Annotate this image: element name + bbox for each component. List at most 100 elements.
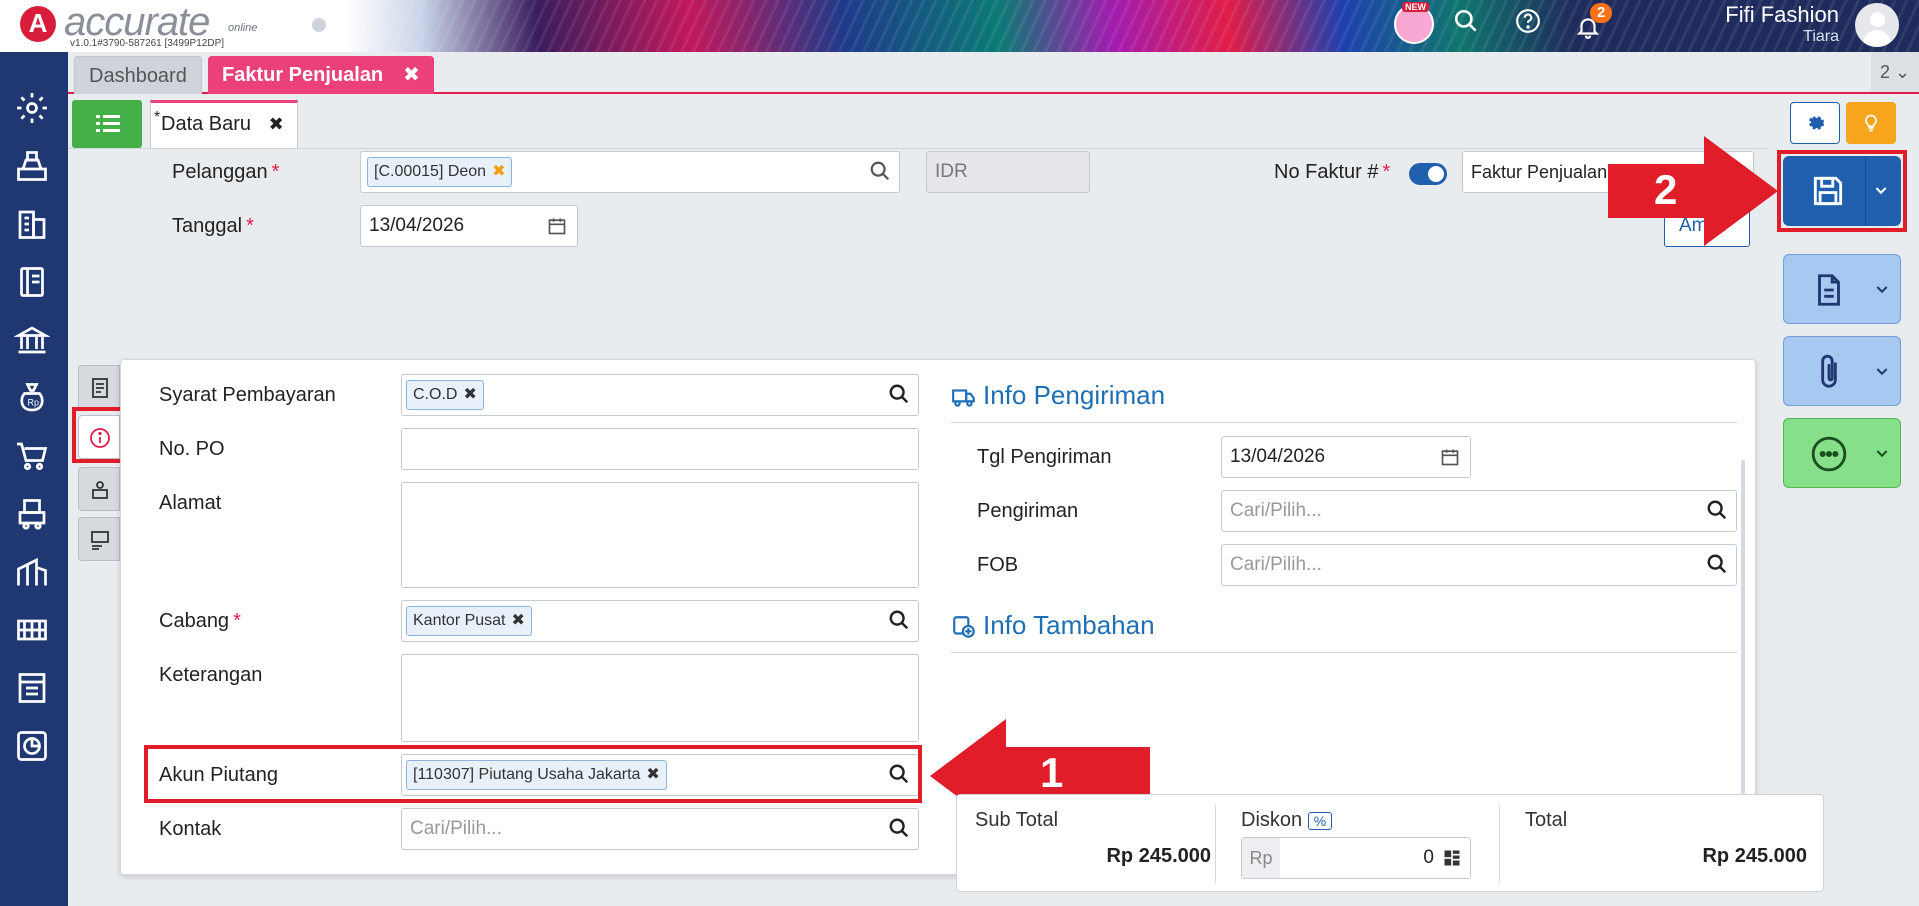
close-subtab-icon[interactable]: ✖ [269, 114, 284, 134]
fob-field[interactable]: Cari/Pilih... [1221, 544, 1737, 586]
kontak-field[interactable]: Cari/Pilih... [401, 808, 919, 850]
logo-area: A accurate online v1.0.1#3790-587261 [34… [0, 0, 300, 52]
tanggal-field[interactable]: 13/04/2026 [360, 205, 578, 247]
calculator-icon[interactable] [1442, 848, 1462, 868]
tab-faktur-penjualan[interactable]: Faktur Penjualan ✖ [208, 56, 434, 94]
info-pengiriman-title: Info Pengiriman [983, 380, 1166, 410]
tab-faktur-label: Faktur Penjualan [222, 64, 384, 86]
diskon-field[interactable]: Rp 0 [1241, 837, 1471, 879]
notification-badge: 2 [1590, 3, 1613, 23]
cabang-chip-value: Kantor Pusat [413, 612, 506, 629]
alamat-label: Alamat [159, 492, 222, 514]
akun-piutang-highlight [144, 745, 922, 803]
calendar-icon[interactable] [1440, 447, 1460, 467]
sales-cart-icon[interactable] [14, 496, 54, 536]
search-icon[interactable] [869, 160, 891, 182]
accurate-logo-icon[interactable]: A [20, 6, 56, 42]
settings-gear-icon[interactable] [14, 90, 54, 130]
save-button-highlight [1777, 150, 1907, 232]
section-divider [951, 422, 1737, 423]
remove-syarat-icon[interactable]: ✖ [463, 386, 476, 403]
more-actions-button[interactable] [1783, 418, 1901, 488]
cashier-icon[interactable] [14, 148, 54, 188]
pelanggan-field[interactable]: [C.00015] Deon ✖ [360, 151, 900, 193]
chevron-down-icon[interactable] [1874, 445, 1890, 461]
user-name[interactable]: Fifi Fashion [1725, 2, 1839, 28]
vtab-cost[interactable] [78, 517, 120, 561]
tab-dashboard-label: Dashboard [89, 65, 187, 87]
module-tabs: Dashboard Faktur Penjualan ✖ 2 ⌄ [68, 52, 1919, 94]
svg-text:Rp: Rp [28, 398, 40, 408]
bank-icon[interactable] [13, 322, 54, 362]
calendar-icon[interactable] [547, 216, 567, 236]
left-sidebar: Rp [0, 52, 68, 906]
production-icon[interactable] [14, 612, 54, 652]
search-icon[interactable] [888, 817, 910, 839]
tgl-pengiriman-field[interactable]: 13/04/2026 [1221, 436, 1471, 478]
paperclip-icon [1810, 353, 1848, 391]
report-chart-icon[interactable] [14, 728, 54, 768]
currency-value: IDR [935, 161, 968, 182]
attachment-button[interactable] [1783, 336, 1901, 406]
diskon-percent-badge[interactable]: % [1307, 812, 1333, 830]
user-avatar[interactable] [1855, 3, 1899, 47]
remove-pelanggan-icon[interactable]: ✖ [492, 163, 505, 180]
subtab-label: Data Baru [161, 113, 252, 135]
fob-placeholder: Cari/Pilih... [1230, 554, 1322, 575]
list-view-button[interactable] [72, 100, 142, 148]
syarat-label: Syarat Pembayaran [159, 384, 336, 406]
form-settings-gear-icon[interactable] [1790, 102, 1840, 144]
search-icon[interactable] [1706, 499, 1728, 521]
pengiriman-field[interactable]: Cari/Pilih... [1221, 490, 1737, 532]
tgl-pengiriman-value: 13/04/2026 [1230, 446, 1326, 467]
company-building-icon[interactable] [14, 206, 54, 246]
tax-document-icon[interactable] [14, 670, 54, 710]
diskon-value: 0 [1423, 847, 1434, 868]
tanggal-label: Tanggal * [172, 215, 254, 237]
ledger-book-icon[interactable] [14, 264, 54, 304]
no-faktur-value: Faktur Penjualan [1471, 162, 1608, 182]
subtab-data-baru[interactable]: * Data Baru ✖ [150, 100, 298, 148]
nopo-input[interactable] [401, 428, 919, 470]
more-dots-icon [1810, 435, 1848, 473]
tips-bulb-icon[interactable] [1846, 102, 1896, 144]
document-button[interactable] [1783, 254, 1901, 324]
search-icon[interactable] [888, 609, 910, 631]
open-tabs-count[interactable]: 2 ⌄ [1871, 52, 1919, 92]
vtab-document[interactable] [78, 365, 120, 409]
open-tabs-count-value: 2 [1879, 62, 1890, 82]
syarat-field[interactable]: C.O.D ✖ [401, 374, 919, 416]
help-icon[interactable] [1510, 8, 1546, 44]
arrow-2 [1608, 136, 1778, 246]
cabang-label: Cabang * [159, 610, 241, 632]
cabang-field[interactable]: Kantor Pusat ✖ [401, 600, 919, 642]
section-divider [951, 652, 1737, 653]
search-icon[interactable] [1448, 8, 1484, 44]
no-faktur-auto-toggle[interactable] [1409, 163, 1447, 185]
pelanggan-chip: [C.00015] Deon ✖ [367, 157, 513, 187]
totals-divider [1215, 805, 1216, 883]
chevron-down-icon[interactable] [1874, 281, 1890, 297]
step-2-label: 2 [1654, 166, 1678, 213]
info-tambahan-icon [951, 614, 977, 640]
tab-dashboard[interactable]: Dashboard [74, 56, 202, 94]
remove-cabang-icon[interactable]: ✖ [512, 612, 525, 629]
header-actions: NEW 2 Fifi Fashion Tiara [1380, 0, 1919, 52]
content-area: * Data Baru ✖ Pelanggan * [C.00015] Deon ✖… [68, 94, 1919, 906]
tgl-pengiriman-label: Tgl Pengiriman [977, 446, 1112, 468]
search-icon[interactable] [1706, 553, 1728, 575]
pengiriman-label: Pengiriman [977, 500, 1079, 522]
form-panel: Pelanggan * [C.00015] Deon ✖ IDR No Faktur… [68, 148, 1768, 906]
keterangan-textarea[interactable] [401, 654, 919, 742]
shopping-cart-icon[interactable] [14, 438, 54, 478]
search-icon[interactable] [888, 383, 910, 405]
chevron-down-icon[interactable] [1874, 363, 1890, 379]
subtotal-label: Sub Total [975, 809, 1059, 831]
close-tab-icon[interactable]: ✖ [403, 64, 420, 86]
money-bag-icon[interactable]: Rp [14, 380, 54, 420]
inventory-warehouse-icon[interactable] [14, 554, 54, 594]
step-1-label: 1 [1040, 749, 1064, 796]
tanggal-value: 13/04/2026 [369, 215, 465, 236]
vtab-payment[interactable] [78, 467, 120, 511]
alamat-textarea[interactable] [401, 482, 919, 588]
